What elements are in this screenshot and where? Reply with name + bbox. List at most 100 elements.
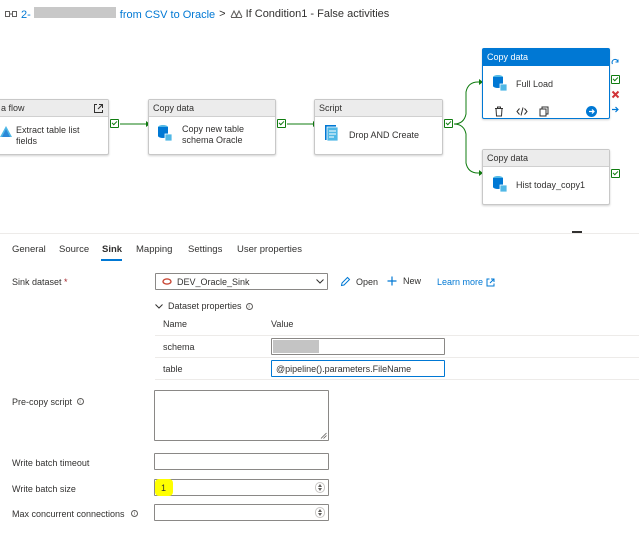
write-batch-timeout-label: Write batch timeout — [12, 458, 90, 468]
pipeline-canvas[interactable]: a flow Extract table list fields Copy da… — [0, 28, 639, 233]
success-status-icon — [110, 119, 119, 128]
activity-full-load[interactable]: Copy data Full Load — [482, 48, 610, 119]
table-divider — [155, 379, 639, 380]
write-batch-size-spinner[interactable] — [315, 482, 325, 493]
oracle-dataset-icon — [162, 278, 172, 285]
write-batch-size-value: 1 — [161, 483, 167, 493]
copy-data-icon — [158, 125, 173, 142]
code-icon[interactable] — [516, 106, 528, 117]
activity-label-line-2: schema Oracle — [182, 135, 243, 145]
info-icon[interactable]: i — [245, 302, 253, 310]
open-external-icon — [486, 278, 495, 286]
learn-more-label: Learn more — [437, 277, 484, 287]
redacted-text — [33, 7, 116, 18]
success-status-icon — [611, 75, 620, 84]
max-connections-input[interactable] — [154, 504, 329, 521]
activity-script[interactable]: Script Drop AND Create — [314, 99, 443, 155]
pencil-icon — [340, 276, 351, 287]
pre-copy-script-label: Pre-copy script i — [12, 397, 84, 407]
sink-dataset-select[interactable]: DEV_Oracle_Sink — [155, 273, 328, 290]
sink-dataset-label-text: Sink dataset — [12, 277, 62, 287]
activity-header: Copy data — [149, 100, 275, 117]
activity-hist-today-copy[interactable]: Copy data Hist today_copy1 — [482, 149, 610, 205]
sink-dataset-value: DEV_Oracle_Sink — [177, 277, 250, 287]
column-header-name: Name — [163, 319, 188, 329]
activity-label-line-1: Extract table list — [16, 125, 80, 135]
success-status-icon — [277, 119, 286, 128]
active-tab-indicator — [101, 259, 122, 261]
dataset-properties-toggle[interactable]: Dataset properties i — [155, 301, 253, 311]
clone-icon[interactable] — [539, 106, 549, 117]
breadcrumb: 2- from CSV to Oracle > If Condition1 - F… — [5, 7, 389, 21]
chevron-down-icon — [155, 303, 163, 309]
new-label: New — [403, 276, 422, 286]
schema-value-input[interactable] — [271, 338, 445, 355]
max-connections-label: Max concurrent connections i — [12, 509, 139, 519]
breadcrumb-current: If Condition1 - False activities — [245, 8, 390, 20]
activity-header: Copy data — [483, 150, 609, 167]
property-tabs: General Source Sink Mapping Settings Use… — [0, 233, 639, 261]
table-divider — [155, 335, 639, 336]
write-batch-size-input[interactable]: 1 — [154, 479, 329, 496]
failure-status-icon — [611, 90, 620, 99]
pre-copy-script-textarea[interactable] — [154, 390, 329, 441]
write-batch-timeout-input[interactable] — [154, 453, 329, 470]
open-label: Open — [356, 276, 379, 287]
activity-label: Extract table list fields — [16, 125, 80, 147]
copy-data-icon — [493, 176, 508, 193]
script-icon — [325, 125, 339, 142]
tab-settings[interactable]: Settings — [188, 244, 222, 255]
activity-label-line-1: Copy new table — [182, 124, 245, 134]
max-connections-spinner[interactable] — [315, 507, 325, 518]
sink-dataset-label: Sink dataset * — [12, 277, 68, 287]
table-value-input[interactable]: @pipeline().parameters.FileName — [271, 360, 445, 377]
learn-more-link[interactable]: Learn more — [437, 277, 495, 287]
resize-handle-icon[interactable] — [320, 432, 327, 439]
activity-label: Full Load — [516, 79, 554, 89]
breadcrumb-separator: > — [219, 8, 226, 20]
open-dataset-button[interactable]: Open — [340, 276, 378, 287]
column-header-value: Value — [271, 319, 294, 329]
info-icon[interactable]: i — [76, 398, 84, 405]
activity-label: Copy new table schema Oracle — [182, 124, 244, 146]
activity-header: Copy data — [483, 49, 609, 66]
activity-header: Script — [315, 100, 442, 117]
activity-label-line-2: fields — [16, 136, 38, 146]
completion-status-icon — [612, 106, 619, 113]
delete-icon[interactable] — [494, 106, 504, 117]
tab-general[interactable]: General — [12, 244, 46, 255]
redacted-text — [273, 340, 319, 353]
chevron-down-icon — [316, 279, 324, 284]
success-status-icon — [611, 169, 620, 178]
table-divider — [155, 357, 639, 358]
pipeline-icon — [5, 11, 17, 17]
dataset-properties-label: Dataset properties — [168, 301, 242, 311]
breadcrumb-pipeline-link[interactable]: 2- from CSV to Oracle — [21, 7, 215, 21]
max-connections-label-text: Max concurrent connections — [12, 509, 125, 519]
activity-copy-new-table[interactable]: Copy data Copy new table schema Oracle — [148, 99, 276, 155]
breadcrumb-pipeline-suffix: from CSV to Oracle — [119, 9, 216, 21]
new-dataset-button[interactable]: New — [387, 276, 421, 286]
table-value: @pipeline().parameters.FileName — [276, 364, 412, 374]
tab-source[interactable]: Source — [59, 244, 89, 255]
open-external-icon[interactable] — [93, 103, 104, 114]
activity-header: a flow — [0, 100, 108, 117]
pre-copy-script-label-text: Pre-copy script — [12, 397, 73, 407]
dataflow-icon — [0, 126, 12, 137]
activity-label: Drop AND Create — [349, 130, 420, 140]
plus-icon — [387, 276, 397, 286]
copy-data-icon — [493, 75, 508, 92]
tab-user-properties[interactable]: User properties — [237, 244, 302, 255]
go-arrow-icon[interactable] — [586, 106, 597, 117]
property-name: table — [163, 364, 183, 374]
tab-sink[interactable]: Sink — [102, 244, 122, 255]
required-mark: * — [64, 277, 68, 287]
write-batch-size-label: Write batch size — [12, 484, 76, 494]
activity-data-flow[interactable]: a flow Extract table list fields — [0, 99, 109, 155]
info-icon[interactable]: i — [131, 510, 139, 517]
activity-label: Hist today_copy1 — [516, 180, 586, 190]
if-condition-icon — [230, 9, 243, 18]
property-name: schema — [163, 342, 195, 352]
tab-mapping[interactable]: Mapping — [136, 244, 172, 255]
success-status-icon — [444, 119, 453, 128]
